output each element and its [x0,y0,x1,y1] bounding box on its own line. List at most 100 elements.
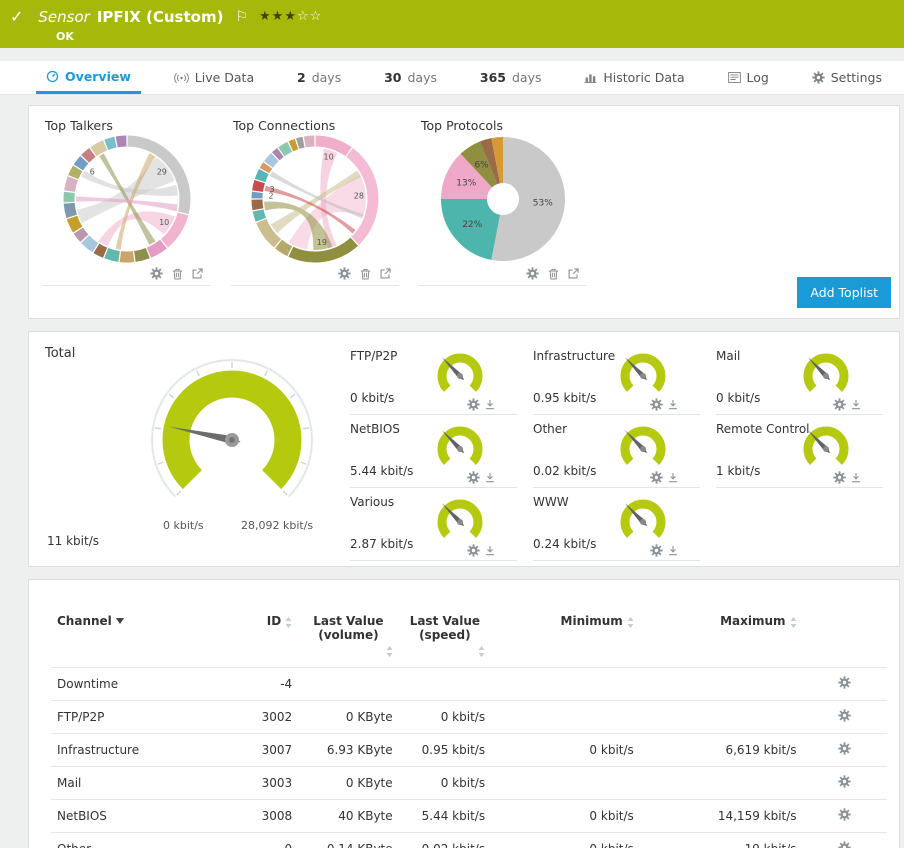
external-link-icon[interactable] [192,268,203,279]
gear-icon[interactable] [838,808,851,821]
toplist-tile-top-talkers: Top Talkers 29 10 6 [43,114,211,286]
download-icon[interactable] [485,544,495,557]
column-header-min[interactable]: Minimum [491,608,640,668]
table-row-infrastructure: Infrastructure 3007 6.93 KByte 0.95 kbit/s 0… [51,733,887,767]
channel-gauge-actions [833,398,861,411]
download-icon[interactable] [485,398,495,411]
table-row-netbios: NetBIOS 3008 40 KByte 5.44 kbit/s 0 kbit/s 14… [51,799,887,833]
svg-text:53%: 53% [533,198,553,208]
trash-icon[interactable] [172,268,183,280]
gear-icon[interactable] [650,398,663,411]
gear-icon[interactable] [467,544,480,557]
gear-icon[interactable] [838,775,851,788]
external-link-icon[interactable] [380,268,391,279]
gear-icon[interactable] [467,471,480,484]
channel-gauge-value: 1 kbit/s [716,464,761,478]
cell-id: 3008 [231,799,299,833]
prtg-sensor-page: ✓ Sensor IPFIX (Custom) ⚐ ★★★☆☆ OK Overv… [0,0,904,848]
download-icon[interactable] [851,471,861,484]
download-icon[interactable] [851,398,861,411]
column-header-id[interactable]: ID [232,608,298,668]
download-icon[interactable] [485,471,495,484]
tab-overview[interactable]: Overview [36,61,141,94]
svg-text:29: 29 [157,168,167,177]
column-header-max[interactable]: Maximum [640,608,803,668]
cell-channel: NetBIOS [51,799,232,833]
column-label: Channel [57,614,112,628]
sensor-title-row: ✓ Sensor IPFIX (Custom) ⚐ ★★★☆☆ [10,7,894,26]
tab-365-days[interactable]: 365 days [470,61,552,94]
toplist-title: Top Protocols [421,118,503,133]
svg-text:6%: 6% [474,161,489,171]
trash-icon[interactable] [548,268,559,280]
sort-desc-icon[interactable] [115,618,124,624]
sort-icon[interactable] [790,617,797,628]
toplist-title: Top Connections [233,118,336,133]
gear-icon[interactable] [833,471,846,484]
gear-icon[interactable] [526,267,539,280]
cell-actions [802,766,887,800]
download-icon[interactable] [668,471,678,484]
tab-label: Overview [65,68,131,84]
cell-actions [802,667,887,701]
log-icon [727,72,741,83]
gauges-panel: Total 0 kbit/s 28,092 kbit/s 11 kbit/s F… [28,331,900,567]
external-link-icon[interactable] [568,268,579,279]
sort-icon[interactable] [478,646,485,657]
gauge-tile-various: Various 2.87 kbit/s [350,488,517,561]
cell-channel: Mail [51,766,232,800]
tab-30-days[interactable]: 30 days [374,61,447,94]
gear-icon[interactable] [838,709,851,722]
cell-speed [398,667,492,701]
gear-icon[interactable] [838,742,851,755]
gear-icon[interactable] [838,841,851,848]
column-header-channel[interactable]: Channel [51,608,232,668]
cell-min: 0 kbit/s [491,799,640,833]
sort-icon[interactable] [285,617,292,628]
stars-empty: ☆☆ [296,9,323,24]
flag-icon[interactable]: ⚐ [235,9,248,25]
total-gauge [151,359,313,498]
sort-icon[interactable] [627,617,634,628]
sort-icon[interactable] [386,646,393,657]
top-talkers-chart[interactable]: 29 10 6 [61,133,193,265]
gear-icon[interactable] [650,471,663,484]
download-icon[interactable] [668,398,678,411]
cell-speed: 0.02 kbit/s [398,832,492,848]
gauge-tile-netbios: NetBIOS 5.44 kbit/s [350,415,517,488]
cell-id: 3007 [231,733,299,767]
gear-icon[interactable] [833,398,846,411]
gauge-tile-other: Other 0.02 kbit/s [533,415,700,488]
tab-live-data[interactable]: Live Data [164,61,264,94]
tab-number: 365 [479,70,506,85]
gear-icon[interactable] [838,676,851,689]
gear-icon[interactable] [150,267,163,280]
column-header-vol[interactable]: Last Value (volume) [298,608,398,668]
top-protocols-chart[interactable]: 53% 22% 13% 6% [437,133,569,265]
channel-gauge-actions [467,471,495,484]
gear-icon[interactable] [650,544,663,557]
column-header-speed[interactable]: Last Value (speed) [399,608,491,668]
add-toplist-button[interactable]: Add Toplist [797,277,891,308]
stars-filled: ★★★ [259,9,297,24]
toplist-actions [43,265,211,282]
tab-historic-data[interactable]: Historic Data [574,61,694,94]
top-connections-chart[interactable]: 10281923 [249,133,381,265]
gear-icon[interactable] [338,267,351,280]
cell-min [491,667,640,701]
table-row-other: Other00.14 KByte0.02 kbit/s0 kbit/s19 kb… [51,832,887,848]
priority-stars[interactable]: ★★★☆☆ [259,9,322,24]
tab-2-days[interactable]: 2 days [287,61,351,94]
trash-icon[interactable] [360,268,371,280]
download-icon[interactable] [668,544,678,557]
cell-actions [802,733,887,767]
channel-gauge-actions [650,398,678,411]
tab-label: Settings [830,70,882,85]
tab-log[interactable]: Log [718,61,779,94]
gauge-tile-www: WWW 0.24 kbit/s [533,488,700,561]
cell-id: 3002 [231,700,299,734]
svg-text:3: 3 [270,185,275,194]
gear-icon[interactable] [467,398,480,411]
tab-settings[interactable]: Settings [802,61,892,94]
channel-gauge-value: 5.44 kbit/s [350,464,414,478]
